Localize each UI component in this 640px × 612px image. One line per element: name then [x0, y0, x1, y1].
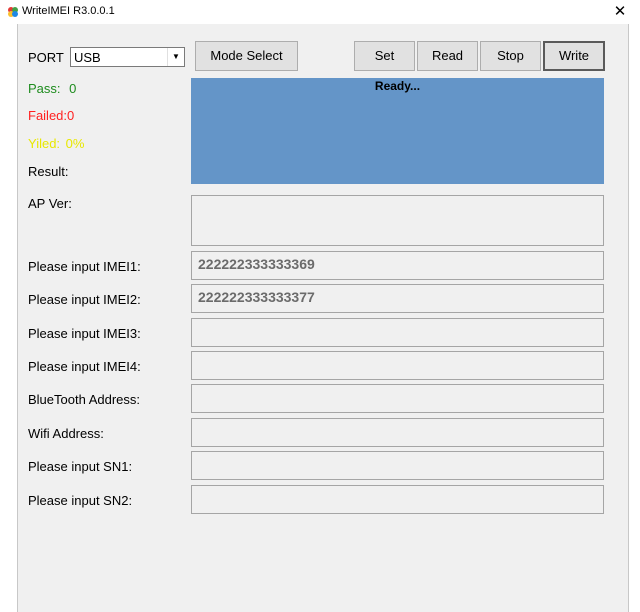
- imei1-label: Please input IMEI1:: [28, 259, 141, 274]
- close-button[interactable]: ✕: [606, 0, 634, 24]
- sn1-input[interactable]: [191, 451, 604, 480]
- read-button[interactable]: Read: [417, 41, 478, 71]
- pass-label: Pass:: [28, 81, 61, 96]
- ap-ver-field[interactable]: [191, 195, 604, 246]
- status-text: Ready...: [374, 79, 421, 93]
- yield-label: Yiled:: [28, 136, 61, 151]
- background-window-strip: [0, 24, 17, 612]
- mode-select-button[interactable]: Mode Select: [195, 41, 298, 71]
- port-select-value: USB: [74, 50, 101, 65]
- bluetooth-input[interactable]: [191, 384, 604, 413]
- imei1-value: 222222333333369: [198, 256, 315, 272]
- wifi-input[interactable]: [191, 418, 604, 447]
- result-label: Result:: [28, 164, 69, 179]
- yield-stat: Yiled: 0%: [28, 136, 84, 151]
- failed-value: 0: [67, 108, 75, 123]
- dropdown-arrow-icon[interactable]: ▼: [167, 48, 184, 66]
- status-panel: Ready...: [191, 78, 604, 184]
- bluetooth-label: BlueTooth Address:: [28, 392, 141, 407]
- imei2-input[interactable]: 222222333333377: [191, 284, 604, 313]
- close-icon: ✕: [613, 3, 627, 20]
- ap-ver-label: AP Ver:: [28, 196, 72, 211]
- title-bar: WriteIMEI R3.0.0.1 ✕: [0, 0, 640, 24]
- pass-stat: Pass: 0: [28, 81, 76, 96]
- imei2-label: Please input IMEI2:: [28, 292, 141, 307]
- failed-stat: Failed:0: [28, 108, 74, 123]
- app-logo-icon: [8, 7, 18, 17]
- stop-button[interactable]: Stop: [480, 41, 541, 71]
- yield-value: 0%: [65, 136, 85, 151]
- sn2-input[interactable]: [191, 485, 604, 514]
- imei4-label: Please input IMEI4:: [28, 359, 141, 374]
- imei1-input[interactable]: 222222333333369: [191, 251, 604, 280]
- sn1-label: Please input SN1:: [28, 459, 133, 474]
- imei3-input[interactable]: [191, 318, 604, 347]
- imei2-value: 222222333333377: [198, 289, 315, 305]
- pass-value: 0: [69, 81, 77, 96]
- wifi-label: Wifi Address:: [28, 426, 104, 441]
- sn2-label: Please input SN2:: [28, 493, 133, 508]
- set-button[interactable]: Set: [354, 41, 415, 71]
- window-title: WriteIMEI R3.0.0.1: [22, 5, 115, 17]
- imei4-input[interactable]: [191, 351, 604, 380]
- port-label: PORT: [28, 50, 64, 65]
- imei3-label: Please input IMEI3:: [28, 326, 141, 341]
- port-select[interactable]: USB ▼: [70, 47, 185, 67]
- failed-label: Failed:: [28, 108, 68, 123]
- write-button[interactable]: Write: [543, 41, 605, 71]
